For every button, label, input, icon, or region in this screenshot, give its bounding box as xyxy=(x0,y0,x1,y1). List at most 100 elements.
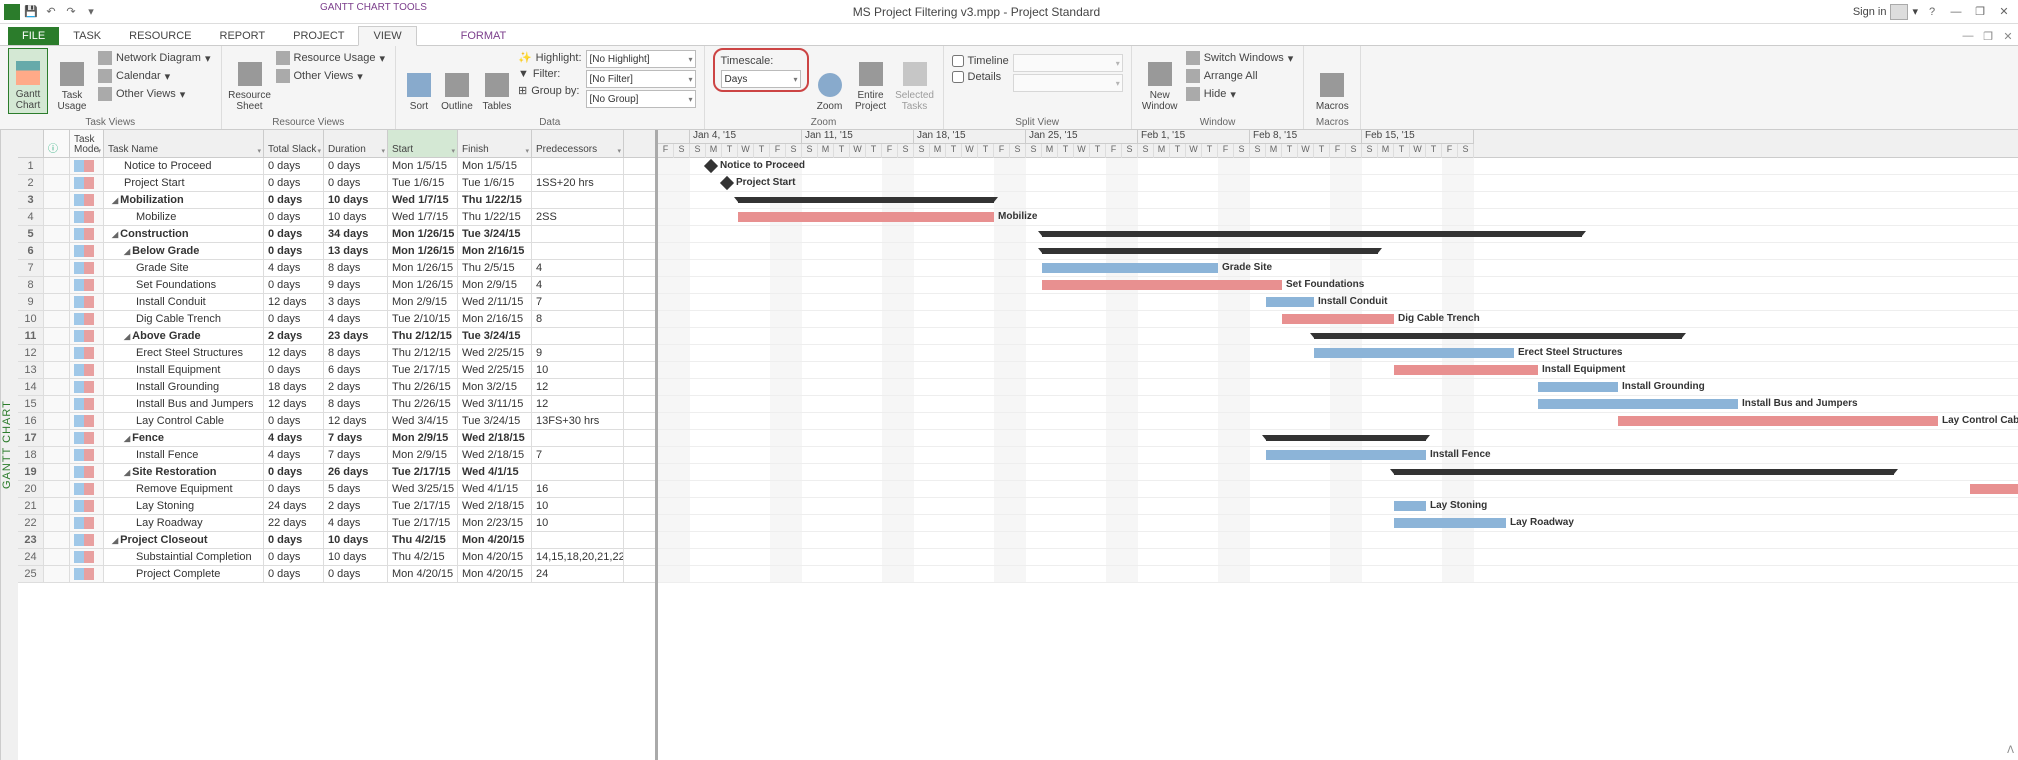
resource-sheet-button[interactable]: Resource Sheet xyxy=(230,48,270,114)
task-mode-cell[interactable] xyxy=(70,362,104,378)
finish-cell[interactable]: Mon 2/23/15 xyxy=(458,515,532,531)
table-row[interactable]: 2Project Start0 days0 daysTue 1/6/15Tue … xyxy=(18,175,655,192)
duration-cell[interactable]: 6 days xyxy=(324,362,388,378)
timescale-combo[interactable]: Days xyxy=(721,70,801,88)
milestone-marker[interactable] xyxy=(720,176,734,190)
task-bar[interactable] xyxy=(1266,297,1314,307)
tab-report[interactable]: REPORT xyxy=(206,27,280,45)
pred-cell[interactable]: 4 xyxy=(532,277,624,293)
task-mode-cell[interactable] xyxy=(70,209,104,225)
table-row[interactable]: 11◢Above Grade2 days23 daysThu 2/12/15Tu… xyxy=(18,328,655,345)
start-cell[interactable]: Mon 2/9/15 xyxy=(388,447,458,463)
pred-cell[interactable]: 1SS+20 hrs xyxy=(532,175,624,191)
table-row[interactable]: 9Install Conduit12 days3 daysMon 2/9/15W… xyxy=(18,294,655,311)
task-mode-cell[interactable] xyxy=(70,413,104,429)
slack-cell[interactable]: 12 days xyxy=(264,294,324,310)
slack-cell[interactable]: 4 days xyxy=(264,260,324,276)
gantt-row[interactable] xyxy=(658,192,2018,209)
filter-combo[interactable]: [No Filter] xyxy=(586,70,696,88)
task-bar[interactable] xyxy=(1394,365,1538,375)
table-row[interactable]: 23◢Project Closeout0 days10 daysThu 4/2/… xyxy=(18,532,655,549)
pred-cell[interactable]: 13FS+30 hrs xyxy=(532,413,624,429)
start-cell[interactable]: Thu 2/12/15 xyxy=(388,345,458,361)
info-cell[interactable] xyxy=(44,226,70,242)
task-bar[interactable] xyxy=(738,212,994,222)
gantt-row[interactable]: Substaintial Completion xyxy=(658,549,2018,566)
duration-cell[interactable]: 8 days xyxy=(324,396,388,412)
gantt-row[interactable]: Grade Site xyxy=(658,260,2018,277)
hide-button[interactable]: Hide ▾ xyxy=(1184,86,1296,102)
duration-cell[interactable]: 3 days xyxy=(324,294,388,310)
duration-cell[interactable]: 9 days xyxy=(324,277,388,293)
details-combo[interactable] xyxy=(1013,74,1123,92)
task-mode-cell[interactable] xyxy=(70,294,104,310)
slack-cell[interactable]: 12 days xyxy=(264,396,324,412)
col-start[interactable]: Start▾ xyxy=(388,130,458,157)
task-mode-cell[interactable] xyxy=(70,175,104,191)
duration-cell[interactable]: 2 days xyxy=(324,379,388,395)
task-name-cell[interactable]: Remove Equipment xyxy=(104,481,264,497)
summary-bar[interactable] xyxy=(1042,231,1582,237)
pred-cell[interactable] xyxy=(532,464,624,480)
info-cell[interactable] xyxy=(44,413,70,429)
start-cell[interactable]: Mon 4/20/15 xyxy=(388,566,458,582)
new-window-button[interactable]: New Window xyxy=(1140,48,1180,114)
task-name-cell[interactable]: Install Grounding xyxy=(104,379,264,395)
row-number[interactable]: 9 xyxy=(18,294,44,310)
tab-task[interactable]: TASK xyxy=(59,27,115,45)
table-row[interactable]: 18Install Fence4 days7 daysMon 2/9/15Wed… xyxy=(18,447,655,464)
info-cell[interactable] xyxy=(44,566,70,582)
gantt-row[interactable] xyxy=(658,464,2018,481)
ribbon-minimize-icon[interactable]: — xyxy=(1958,27,1978,45)
duration-cell[interactable]: 26 days xyxy=(324,464,388,480)
finish-cell[interactable]: Wed 2/18/15 xyxy=(458,430,532,446)
task-bar[interactable] xyxy=(1618,416,1938,426)
finish-cell[interactable]: Wed 2/25/15 xyxy=(458,362,532,378)
slack-cell[interactable]: 0 days xyxy=(264,277,324,293)
finish-cell[interactable]: Wed 2/11/15 xyxy=(458,294,532,310)
selected-tasks-button[interactable]: Selected Tasks xyxy=(895,48,935,114)
task-name-cell[interactable]: ◢Project Closeout xyxy=(104,532,264,548)
pred-cell[interactable]: 4 xyxy=(532,260,624,276)
row-number[interactable]: 1 xyxy=(18,158,44,174)
close-icon[interactable]: ✕ xyxy=(1994,3,2014,21)
pred-cell[interactable]: 8 xyxy=(532,311,624,327)
task-mode-cell[interactable] xyxy=(70,447,104,463)
pred-cell[interactable]: 2SS xyxy=(532,209,624,225)
finish-cell[interactable]: Tue 3/24/15 xyxy=(458,413,532,429)
summary-bar[interactable] xyxy=(1314,333,1682,339)
pred-cell[interactable] xyxy=(532,243,624,259)
task-name-cell[interactable]: ◢Fence xyxy=(104,430,264,446)
table-row[interactable]: 22Lay Roadway22 days4 daysTue 2/17/15Mon… xyxy=(18,515,655,532)
gantt-row[interactable]: Set Foundations xyxy=(658,277,2018,294)
finish-cell[interactable]: Mon 3/2/15 xyxy=(458,379,532,395)
gantt-row[interactable] xyxy=(658,532,2018,549)
table-row[interactable]: 13Install Equipment0 days6 daysTue 2/17/… xyxy=(18,362,655,379)
slack-cell[interactable]: 12 days xyxy=(264,345,324,361)
finish-cell[interactable]: Mon 2/9/15 xyxy=(458,277,532,293)
groupby-combo[interactable]: [No Group] xyxy=(586,90,696,108)
start-cell[interactable]: Wed 1/7/15 xyxy=(388,192,458,208)
pred-cell[interactable] xyxy=(532,158,624,174)
pred-cell[interactable]: 12 xyxy=(532,379,624,395)
pred-cell[interactable]: 10 xyxy=(532,362,624,378)
finish-cell[interactable]: Mon 1/5/15 xyxy=(458,158,532,174)
info-cell[interactable] xyxy=(44,260,70,276)
task-name-cell[interactable]: Dig Cable Trench xyxy=(104,311,264,327)
undo-icon[interactable]: ↶ xyxy=(42,3,60,21)
row-number[interactable]: 16 xyxy=(18,413,44,429)
duration-cell[interactable]: 5 days xyxy=(324,481,388,497)
row-number[interactable]: 6 xyxy=(18,243,44,259)
task-mode-cell[interactable] xyxy=(70,192,104,208)
task-mode-cell[interactable] xyxy=(70,481,104,497)
row-number[interactable]: 7 xyxy=(18,260,44,276)
info-cell[interactable] xyxy=(44,158,70,174)
row-number[interactable]: 21 xyxy=(18,498,44,514)
slack-cell[interactable]: 0 days xyxy=(264,532,324,548)
col-info[interactable]: ⓘ xyxy=(44,130,70,157)
gantt-row[interactable]: Notice to Proceed xyxy=(658,158,2018,175)
table-row[interactable]: 5◢Construction0 days34 daysMon 1/26/15Tu… xyxy=(18,226,655,243)
table-row[interactable]: 25Project Complete0 days0 daysMon 4/20/1… xyxy=(18,566,655,583)
start-cell[interactable]: Tue 2/17/15 xyxy=(388,515,458,531)
task-name-cell[interactable]: Grade Site xyxy=(104,260,264,276)
